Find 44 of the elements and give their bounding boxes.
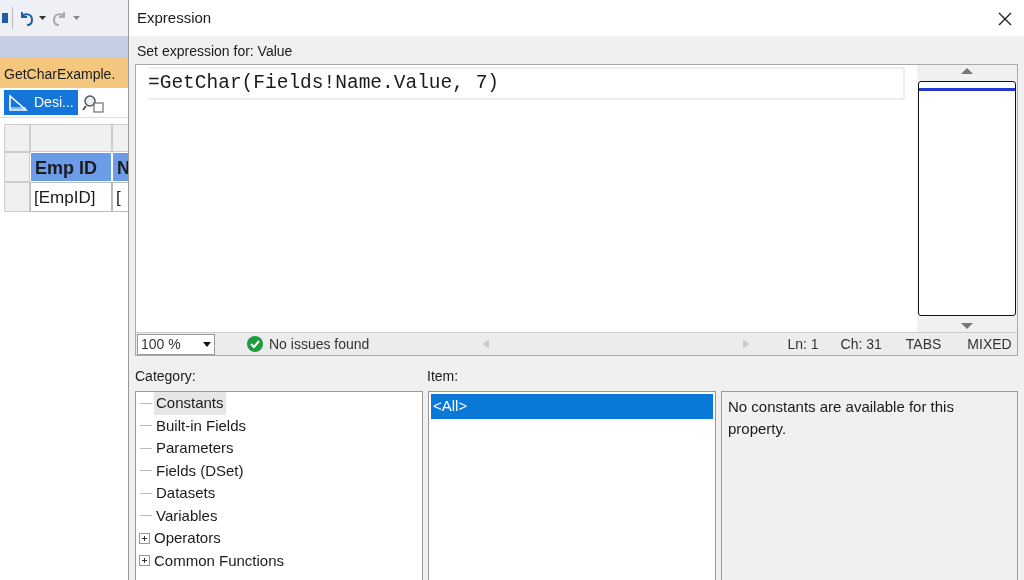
category-item[interactable]: Parameters <box>154 437 236 460</box>
prompt-label: Set expression for: Value <box>136 42 294 61</box>
column-header: Emp ID <box>30 152 112 182</box>
category-tree[interactable]: Constants Built-in Fields Parameters Fields (DSet) Datasets Variables Operators Common Functions <box>135 391 423 580</box>
row-handle[interactable] <box>4 182 30 212</box>
category-item[interactable]: Built-in Fields <box>154 414 249 437</box>
preview-icon[interactable] <box>81 92 104 113</box>
expand-icon[interactable] <box>139 532 150 544</box>
category-item[interactable]: Datasets <box>154 482 218 505</box>
column-number: Ch: 31 <box>840 334 882 354</box>
category-item[interactable]: Constants <box>154 392 226 415</box>
zoom-dropdown[interactable]: 100 % <box>137 333 215 355</box>
row-handle[interactable] <box>4 152 30 182</box>
column-handle[interactable] <box>30 124 112 152</box>
indent-mode: TABS <box>905 334 942 354</box>
dropdown-icon[interactable] <box>39 15 47 21</box>
line-number: Ln: 1 <box>787 334 819 354</box>
caret-icon <box>203 341 211 347</box>
ruler-icon <box>8 93 28 112</box>
corner-handle[interactable] <box>4 124 30 152</box>
item-label: Item: <box>427 368 459 384</box>
category-item[interactable]: Common Functions <box>152 549 287 572</box>
category-label: Category: <box>135 368 196 384</box>
document-tab[interactable]: GetCharExample. <box>0 58 128 88</box>
line-ending-mode: MIXED <box>967 334 1012 354</box>
item-list[interactable]: <All> <box>428 391 716 580</box>
issues-status: No issues found <box>269 334 370 354</box>
column-header: N <box>112 152 128 182</box>
item-entry[interactable]: <All> <box>431 394 713 419</box>
scroll-up-icon[interactable] <box>961 67 973 75</box>
column-handle[interactable] <box>112 124 128 152</box>
close-icon <box>998 11 1012 26</box>
design-tab[interactable]: Desi... <box>4 90 78 115</box>
table-cell: [EmpID] <box>30 182 112 212</box>
minimap[interactable] <box>917 65 1017 332</box>
check-icon <box>247 336 263 352</box>
category-item[interactable]: Operators <box>152 527 223 550</box>
dialog-title: Expression <box>137 7 212 28</box>
description-text: No constants are available for this property. <box>728 398 954 437</box>
category-item[interactable]: Fields (DSet) <box>154 459 246 482</box>
expression-editor[interactable]: =GetChar(Fields!Name.Value, 7) <box>148 67 905 101</box>
scroll-down-icon[interactable] <box>961 322 973 330</box>
category-item[interactable]: Variables <box>154 504 220 527</box>
expand-icon[interactable] <box>139 555 150 567</box>
